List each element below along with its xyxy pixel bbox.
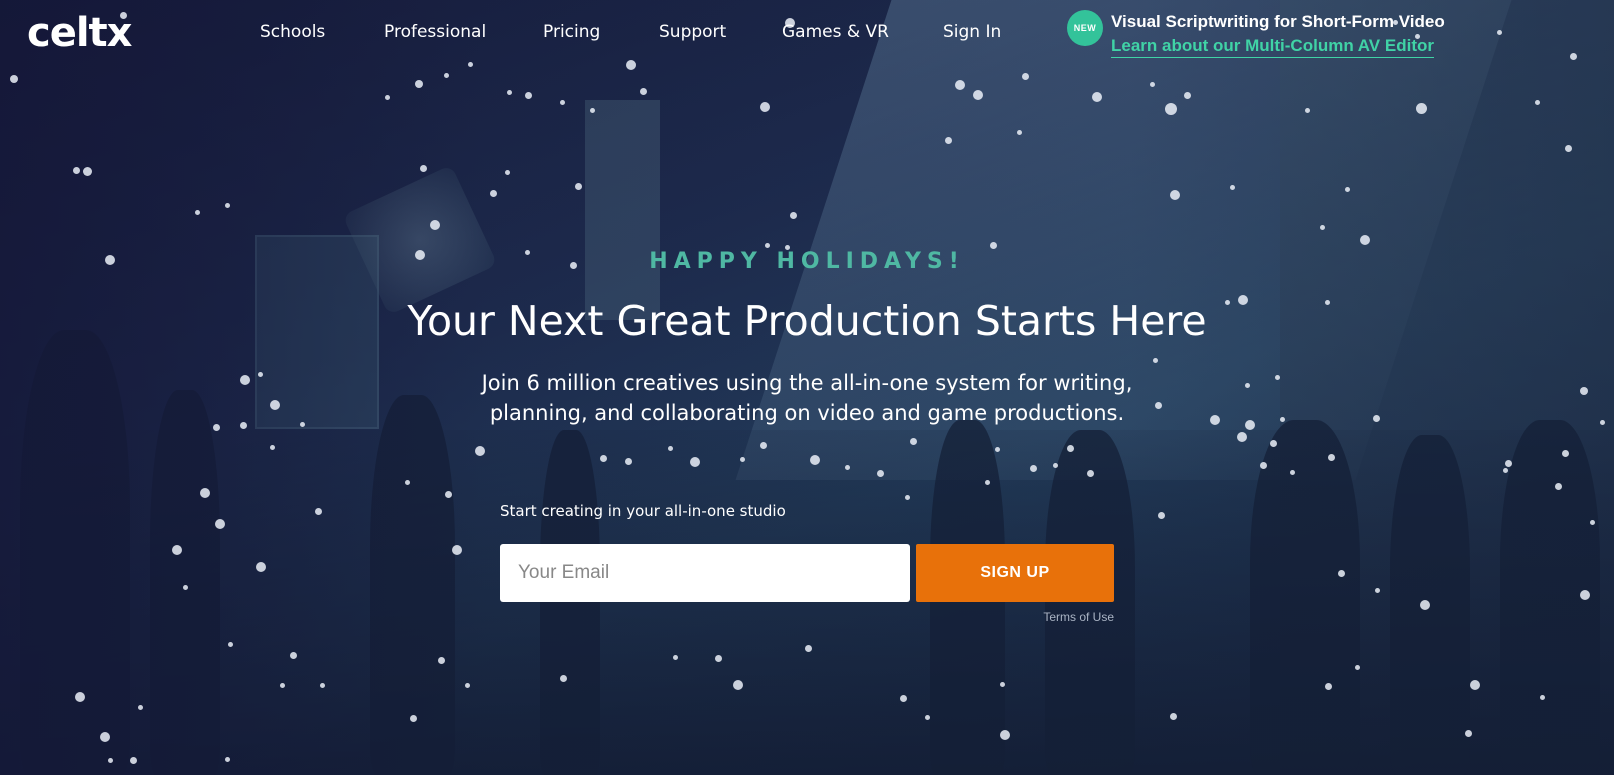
hero-headline: Your Next Great Production Starts Here: [407, 297, 1207, 345]
promo-link[interactable]: Learn about our Multi-Column AV Editor: [1111, 36, 1434, 58]
holiday-eyebrow: HAPPY HOLIDAYS!: [649, 249, 965, 274]
new-badge-icon: NEW: [1067, 10, 1103, 46]
terms-of-use-link[interactable]: Terms of Use: [1014, 610, 1114, 624]
celtx-logo[interactable]: celtx: [27, 10, 132, 56]
nav-schools[interactable]: Schools: [260, 22, 325, 42]
signup-button[interactable]: SIGN UP: [916, 544, 1114, 602]
hero-subhead-line: planning, and collaborating on video and…: [489, 401, 1125, 425]
hero-subhead-line: Join 6 million creatives using the all-i…: [481, 371, 1133, 395]
email-input[interactable]: [500, 544, 910, 602]
signup-form-label: Start creating in your all-in-one studio: [500, 502, 786, 520]
nav-games-vr[interactable]: Games & VR: [782, 22, 889, 42]
nav-pricing[interactable]: Pricing: [543, 22, 600, 42]
hero-subhead: Join 6 million creatives using the all-i…: [407, 368, 1207, 428]
hero-section: celtx Schools Professional Pricing Suppo…: [0, 0, 1614, 775]
promo-title: Visual Scriptwriting for Short-Form Vide…: [1111, 12, 1445, 31]
nav-support[interactable]: Support: [659, 22, 726, 42]
promo-banner: NEW Visual Scriptwriting for Short-Form …: [1067, 8, 1467, 63]
nav-professional[interactable]: Professional: [384, 22, 486, 42]
nav-sign-in[interactable]: Sign In: [943, 22, 1001, 42]
